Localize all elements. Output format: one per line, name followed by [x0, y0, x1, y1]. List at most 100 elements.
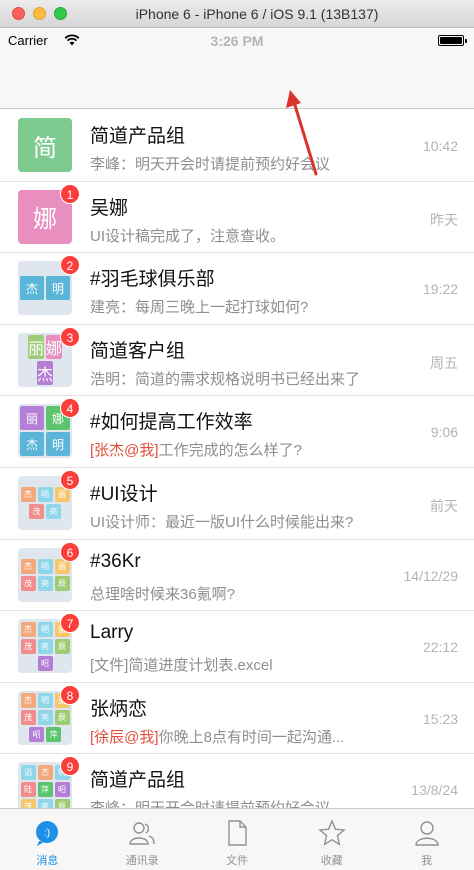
avatar-member-cell: 亮: [37, 710, 53, 726]
chat-avatar: 丽娜杰3: [18, 326, 80, 387]
tab-label: 通讯录: [125, 855, 159, 867]
chat-title: 简道客户组: [90, 340, 186, 362]
tab-person[interactable]: 我: [379, 809, 474, 870]
avatar-member-cell: 茂: [20, 638, 36, 654]
avatar-member-cell: 茂: [20, 798, 36, 808]
chat-row[interactable]: 丽娜杰 3 简道客户组 浩明：简道的需求规格说明书已经出来了 周五: [0, 325, 474, 397]
avatar-member-cell: 杰: [20, 693, 36, 709]
avatar-member-cell: 辰: [54, 575, 70, 591]
avatar-member-cell: 明: [46, 276, 70, 301]
svg-text::): :): [44, 828, 50, 839]
chat-row[interactable]: 杰明丽茂亮辰昭7Larry[文件]简道进度计划表.excel22:12: [0, 611, 474, 683]
avatar-member-cell: 亮: [37, 638, 53, 654]
star-icon: [318, 819, 346, 847]
avatar-member-cell: 辰: [54, 710, 70, 726]
unread-badge: 3: [60, 326, 80, 347]
window-title: iPhone 6 - iPhone 6 / iOS 9.1 (13B137): [135, 6, 379, 22]
avatar-member-cell: 陆: [20, 781, 36, 797]
chat-avatar: 丽娜杰明4: [18, 398, 80, 459]
chat-avatar: 杰明2: [18, 255, 80, 316]
chat-list[interactable]: 简简道产品组 李峰：明天开会时请提前预约好会议 10:42 娜 1 吴娜 UI设计稿完成了，…: [0, 110, 474, 808]
document-icon: [223, 819, 251, 847]
avatar-member-cell: 杰: [20, 432, 44, 457]
chat-row[interactable]: 滔杰明陆萍昭茂亮辰9简道产品组李峰：明天开会时请提前预约好会议13/8/24: [0, 754, 474, 808]
chat-avatar: 杰明丽茂亮辰6: [18, 541, 80, 602]
avatar-member-cell: 杰: [37, 764, 53, 780]
chat-avatar: 滔杰明陆萍昭茂亮辰9: [18, 756, 80, 808]
chat-preview: UI设计师：最近一版UI什么时候能出来?: [90, 511, 353, 532]
chat-avatar: 杰明丽茂亮辰昭7: [18, 613, 80, 674]
chat-title: #UI设计: [90, 483, 158, 505]
avatar-member-cell: 茂: [29, 503, 44, 519]
chat-row[interactable]: 杰明丽茂亮辰昭萍8张炳恋[徐辰@我]你晚上8点有时间一起沟通...15:23: [0, 683, 474, 755]
avatar-member-cell: 茂: [20, 710, 36, 726]
tab-contacts[interactable]: 通讯录: [95, 809, 190, 870]
annotation-arrow-icon: [286, 90, 318, 176]
avatar-member-cell: 辰: [54, 638, 70, 654]
avatar-member-cell: 明: [37, 693, 53, 709]
avatar-member-cell: 杰: [20, 621, 36, 637]
chat-time: 14/12/29: [403, 567, 459, 584]
tab-chat-bubble[interactable]: :) 消息: [0, 809, 95, 870]
chat-time: 前天: [430, 497, 458, 514]
chat-avatar: 杰明丽茂亮辰昭萍8: [18, 684, 80, 745]
unread-badge: 8: [60, 684, 80, 705]
tab-document[interactable]: 文件: [190, 809, 285, 870]
preview-text: UI设计稿完成了，注意查收。: [90, 227, 286, 245]
avatar-member-cell: 明: [46, 432, 70, 457]
chat-row[interactable]: 杰明丽茂亮 5 #UI设计 UI设计师：最近一版UI什么时候能出来? 前天: [0, 468, 474, 540]
chat-preview: 总理啥时候来36氪啊?: [90, 583, 235, 604]
chat-row[interactable]: 娜 1 吴娜 UI设计稿完成了，注意查收。 昨天: [0, 182, 474, 254]
chat-time: 昨天: [430, 211, 458, 228]
navigation-bar: [0, 51, 474, 109]
avatar-member-cell: 明: [37, 486, 53, 502]
chat-avatar: 杰明丽茂亮5: [18, 469, 80, 530]
preview-text: [文件]简道进度计划表.excel: [90, 657, 273, 675]
chat-row[interactable]: 杰明丽茂亮辰 6 #36Kr 总理啥时候来36氪啊? 14/12/29: [0, 540, 474, 612]
chat-title: 简道产品组: [90, 126, 186, 147]
avatar-member-cell: 杰: [36, 360, 53, 385]
chat-preview: [徐辰@我]你晚上8点有时间一起沟通...: [90, 726, 344, 747]
chat-title: 吴娜: [90, 197, 129, 219]
preview-text: 你晚上8点有时间一起沟通...: [158, 728, 345, 746]
chat-time: 15:23: [422, 710, 458, 727]
avatar-member-cell: 明: [37, 621, 53, 637]
tab-label: 文件: [225, 855, 248, 867]
preview-text: 浩明：简道的需求规格说明书已经出来了: [90, 370, 361, 388]
chat-title: #36Kr: [90, 550, 141, 572]
avatar-member-cell: 亮: [46, 503, 61, 519]
preview-text: UI设计师：最近一版UI什么时候能出来?: [90, 513, 354, 531]
tab-label: 我: [421, 855, 433, 867]
tab-star[interactable]: 收藏: [284, 809, 379, 870]
avatar-member-cell: 昭: [29, 727, 44, 743]
tab-bar: :) 消息 通讯录 文件 收藏 我: [0, 808, 474, 870]
unread-badge: 7: [60, 613, 80, 634]
chat-time: 10:42: [422, 138, 458, 154]
avatar-member-cell: 萍: [46, 727, 61, 743]
avatar-member-cell: 昭: [37, 655, 53, 671]
chat-preview: [文件]简道进度计划表.excel: [90, 654, 273, 675]
unread-badge: 2: [60, 255, 80, 276]
avatar-member-cell: 茂: [20, 575, 36, 591]
avatar-member-cell: 昭: [54, 781, 70, 797]
unread-badge: 1: [60, 183, 80, 204]
chat-time: 13/8/24: [411, 782, 458, 799]
status-bar: Carrier 3:26 PM: [0, 29, 474, 51]
avatar-member-cell: 亮: [37, 798, 53, 808]
chat-row[interactable]: 杰明 2 #羽毛球俱乐部 建亮：每周三晚上一起打球如何? 19:22: [0, 253, 474, 325]
tab-label: 消息: [36, 855, 59, 867]
chat-row[interactable]: 简简道产品组 李峰：明天开会时请提前预约好会议 10:42: [0, 110, 474, 182]
avatar-member-cell: 辰: [54, 798, 70, 808]
person-icon: [413, 819, 441, 847]
avatar-letter: 简: [18, 118, 72, 172]
chat-time: 22:12: [422, 639, 458, 656]
chat-time: 19:22: [422, 281, 458, 298]
contacts-icon: [128, 819, 156, 847]
chat-preview: 建亮：每周三晚上一起打球如何?: [90, 296, 308, 317]
tab-label: 收藏: [320, 855, 343, 867]
avatar-member-cell: 杰: [20, 558, 36, 574]
chat-preview: UI设计稿完成了，注意查收。: [90, 225, 285, 246]
preview-text: 总理啥时候来36氪啊?: [90, 585, 236, 603]
unread-badge: 9: [60, 756, 80, 777]
chat-row[interactable]: 丽娜杰明 4 #如何提高工作效率 [张杰@我]工作完成的怎么样了? 9:06: [0, 396, 474, 468]
